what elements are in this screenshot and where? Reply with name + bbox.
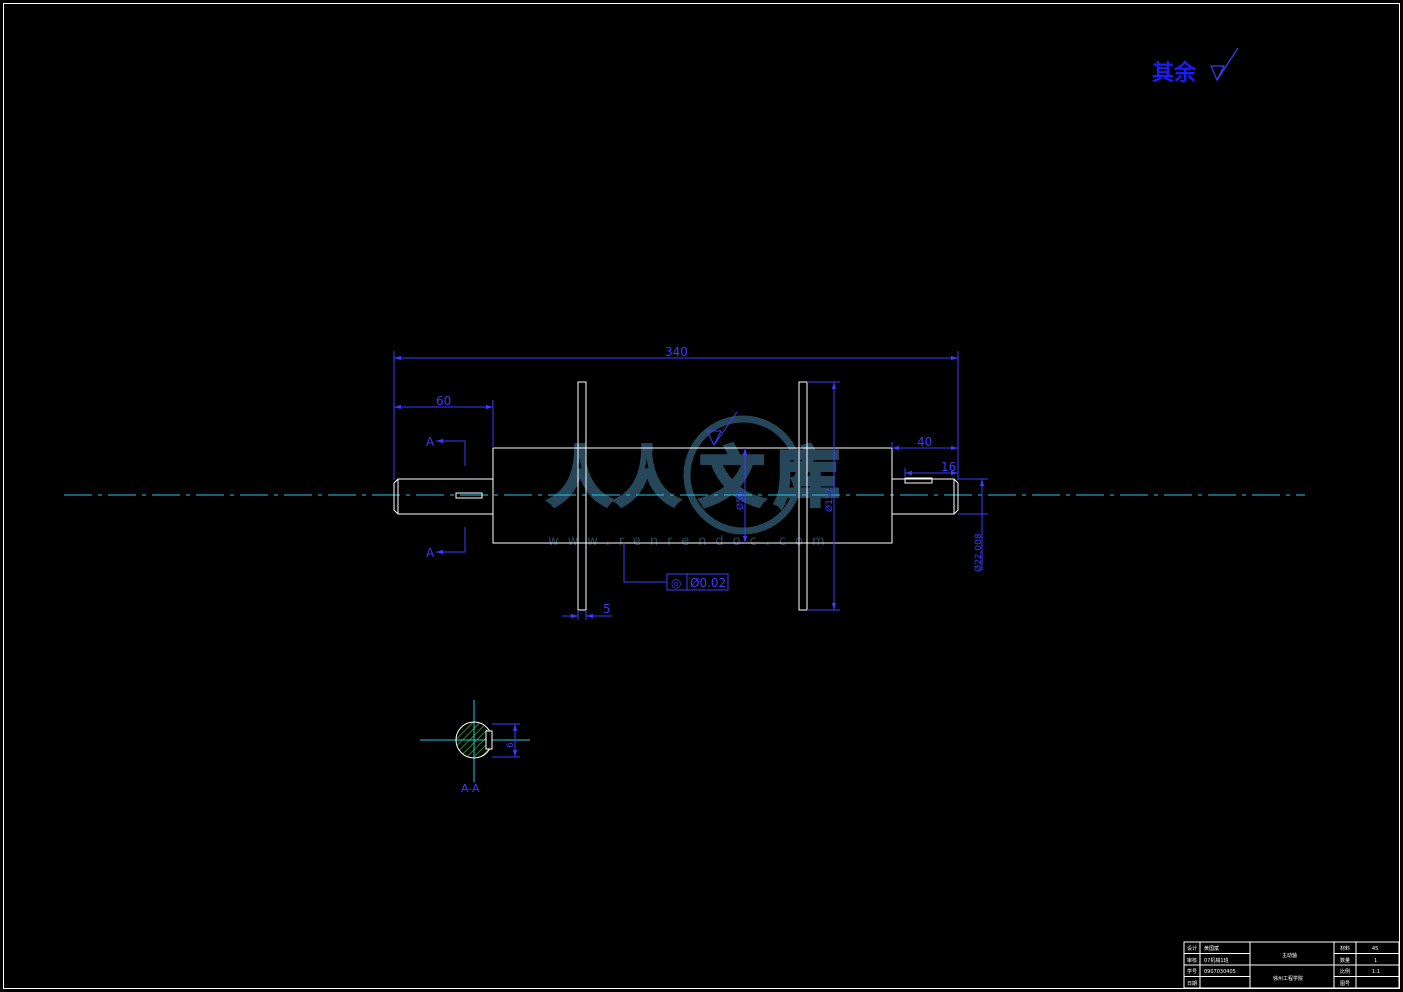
tb-prop-label-3: 比例: [1340, 968, 1350, 975]
tb-prop-value-3: 1:1: [1372, 969, 1380, 975]
watermark-glyph-2: 人: [615, 442, 679, 516]
dimension-overall-text: 340: [665, 345, 688, 359]
tb-role-2: 审核: [1187, 957, 1197, 964]
tb-prop-value-2: 1: [1374, 958, 1377, 964]
title-block-text: 设计 黄国斌 审核 07机械1班 学号 0907030405 日期 主动轴 徐州…: [1187, 945, 1380, 987]
roughness-note: 其余: [1152, 47, 1239, 86]
section-view-label: A-A: [461, 782, 480, 795]
dimension-disc-thickness-text: 5: [603, 602, 611, 616]
watermark: 人 人 文 库 www.renrendoc.com: [545, 415, 842, 549]
tb-name-1: 黄国斌: [1204, 945, 1219, 952]
tolerance-frame: ◎ Ø0.02: [623, 543, 729, 591]
watermark-url: www.renrendoc.com: [548, 534, 834, 549]
dimension-right-keyway-text: 16: [941, 460, 956, 474]
tolerance-value: Ø0.02: [690, 576, 726, 590]
tb-role-4: 日期: [1187, 981, 1197, 987]
tb-prop-label-2: 数量: [1340, 957, 1350, 964]
tb-name-3: 0907030405: [1204, 969, 1236, 975]
section-cut-label-top: A: [426, 435, 435, 449]
dimension-left-shaft-text: 60: [436, 394, 451, 408]
left-shaft-end: [393, 478, 494, 515]
section-depth-text: 6: [506, 742, 516, 748]
watermark-glyph-1: 人: [548, 442, 612, 516]
tb-prop-label-1: 材料: [1340, 945, 1350, 952]
dimension-right-shaft-text: 40: [917, 435, 932, 449]
section-view: 6 A-A: [420, 700, 530, 795]
tolerance-symbol-icon: ◎: [671, 576, 681, 590]
right-shaft-end: [891, 478, 959, 515]
tb-role-3: 学号: [1187, 968, 1197, 975]
roughness-symbol-icon: [1210, 47, 1239, 82]
section-cut-label-bottom: A: [426, 546, 435, 560]
dimension-center-diameter-text: Ø50: [735, 491, 746, 510]
engineering-drawing: 其余 人 人 文 库 www.renrendoc.com 340 60 40 1…: [3, 3, 1400, 989]
tb-prop-value-1: 45: [1372, 946, 1378, 952]
section-cut-marks: [436, 438, 466, 555]
section-keyway: [485, 730, 493, 750]
tb-school: 徐州工程学院: [1273, 975, 1303, 982]
dimension-right-diameter-text: Ø22.008: [973, 533, 984, 572]
roughness-text: 其余: [1152, 60, 1197, 86]
tb-prop-label-4: 图号: [1340, 981, 1350, 987]
tb-name-2: 07机械1班: [1204, 957, 1229, 964]
tb-part-name: 主动轴: [1282, 952, 1297, 959]
tb-role-1: 设计: [1187, 945, 1197, 952]
watermark-glyph-3: 文: [700, 442, 764, 516]
dimension-disc-diameter-text: Ø157: [824, 488, 835, 512]
